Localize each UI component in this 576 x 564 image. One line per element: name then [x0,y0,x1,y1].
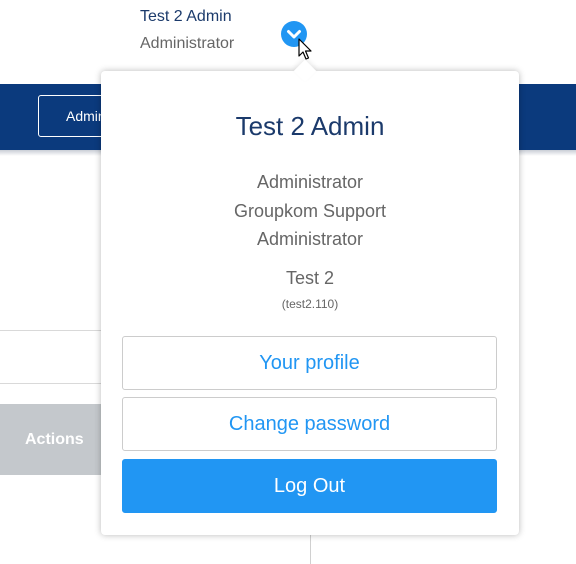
dropdown-group-name: Groupkom Support [233,201,387,221]
user-dropdown-menu: Test 2 Admin Administrator Groupkom Supp… [101,59,519,535]
dropdown-organization: Test 2 [285,268,335,288]
mouse-cursor-icon [298,38,312,60]
background-panel [0,330,110,384]
dropdown-organization-code: (test2.110) [281,297,339,311]
header-user-name: Test 2 Admin [140,8,232,25]
dropdown-group-role: Administrator [256,229,364,249]
your-profile-button[interactable]: Your profile [122,336,497,390]
dropdown-caret [293,59,317,83]
log-out-button[interactable]: Log Out [122,459,497,513]
actions-column-header: Actions [0,404,110,475]
header-user-role: Administrator [140,35,235,52]
dropdown-user-name: Test 2 Admin [235,111,385,141]
change-password-button[interactable]: Change password [122,397,497,451]
dropdown-user-role: Administrator [256,172,364,192]
